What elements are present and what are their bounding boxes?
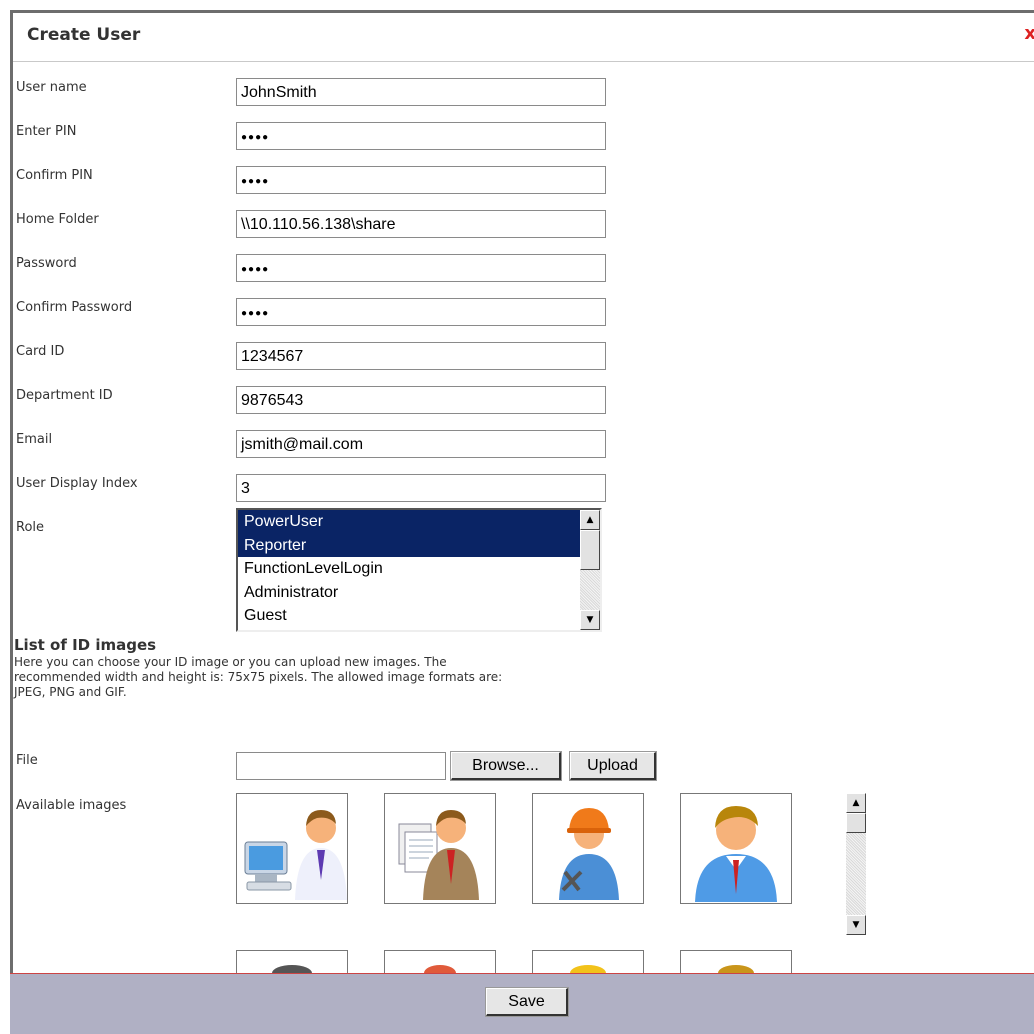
id-images-description: Here you can choose your ID image or you… xyxy=(14,655,614,700)
department-id-input[interactable]: 9876543 xyxy=(236,386,606,414)
description-line: Here you can choose your ID image or you… xyxy=(14,655,447,669)
card-id-input[interactable]: 1234567 xyxy=(236,342,606,370)
description-line: recommended width and height is: 75x75 p… xyxy=(14,670,503,684)
user-display-index-label: User Display Index xyxy=(16,476,138,491)
user-documents-icon[interactable] xyxy=(384,793,496,904)
description-line: JPEG, PNG and GIF. xyxy=(14,685,127,699)
dialog-titlebar: Create User x xyxy=(13,13,1034,62)
email-label: Email xyxy=(16,432,53,447)
role-option-poweruser[interactable]: PowerUser xyxy=(238,510,580,534)
user-businessman-icon[interactable] xyxy=(680,793,792,904)
save-button[interactable]: Save xyxy=(485,987,569,1017)
file-path-input[interactable] xyxy=(236,752,446,780)
id-images-heading: List of ID images xyxy=(14,636,157,654)
scroll-up-icon[interactable]: ▲ xyxy=(846,793,866,813)
dialog-title: Create User xyxy=(27,25,141,45)
scroll-down-icon[interactable]: ▼ xyxy=(580,610,600,630)
scroll-up-icon[interactable]: ▲ xyxy=(580,510,600,530)
role-scrollbar[interactable]: ▲ ▼ xyxy=(580,510,600,630)
password-input[interactable]: ●●●● xyxy=(236,254,606,282)
role-option-administrator[interactable]: Administrator xyxy=(238,581,580,605)
role-option-functionlevellogin[interactable]: FunctionLevelLogin xyxy=(238,557,580,581)
user-worker-icon[interactable] xyxy=(532,793,644,904)
confirm-password-input[interactable]: ●●●● xyxy=(236,298,606,326)
card-id-label: Card ID xyxy=(16,344,65,359)
role-listbox[interactable]: PowerUser Reporter FunctionLevelLogin Ad… xyxy=(236,508,602,632)
images-scrollbar[interactable]: ▲ ▼ xyxy=(846,793,866,935)
email-input[interactable]: jsmith@mail.com xyxy=(236,430,606,458)
scroll-thumb[interactable] xyxy=(846,813,866,833)
user-computer-icon[interactable] xyxy=(236,793,348,904)
user-display-index-input[interactable]: 3 xyxy=(236,474,606,502)
home-folder-input[interactable]: \\10.110.56.138\share xyxy=(236,210,606,238)
close-icon[interactable]: x xyxy=(1024,23,1034,44)
confirm-pin-label: Confirm PIN xyxy=(16,168,93,183)
confirm-pin-input[interactable]: ●●●● xyxy=(236,166,606,194)
scroll-thumb[interactable] xyxy=(580,530,600,570)
scroll-down-icon[interactable]: ▼ xyxy=(846,915,866,935)
enter-pin-label: Enter PIN xyxy=(16,124,77,139)
available-images-label: Available images xyxy=(16,798,127,813)
browse-button[interactable]: Browse... xyxy=(450,751,562,781)
user-name-input[interactable]: JohnSmith xyxy=(236,78,606,106)
role-label: Role xyxy=(16,520,45,535)
home-folder-label: Home Folder xyxy=(16,212,99,227)
user-name-label: User name xyxy=(16,80,87,95)
dialog-footer: Save xyxy=(10,974,1034,1034)
role-option-reporter[interactable]: Reporter xyxy=(238,533,580,557)
department-id-label: Department ID xyxy=(16,388,113,403)
upload-button[interactable]: Upload xyxy=(569,751,657,781)
confirm-password-label: Confirm Password xyxy=(16,300,133,315)
role-option-guest[interactable]: Guest xyxy=(238,604,580,628)
file-label: File xyxy=(16,753,38,768)
password-label: Password xyxy=(16,256,77,271)
enter-pin-input[interactable]: ●●●● xyxy=(236,122,606,150)
